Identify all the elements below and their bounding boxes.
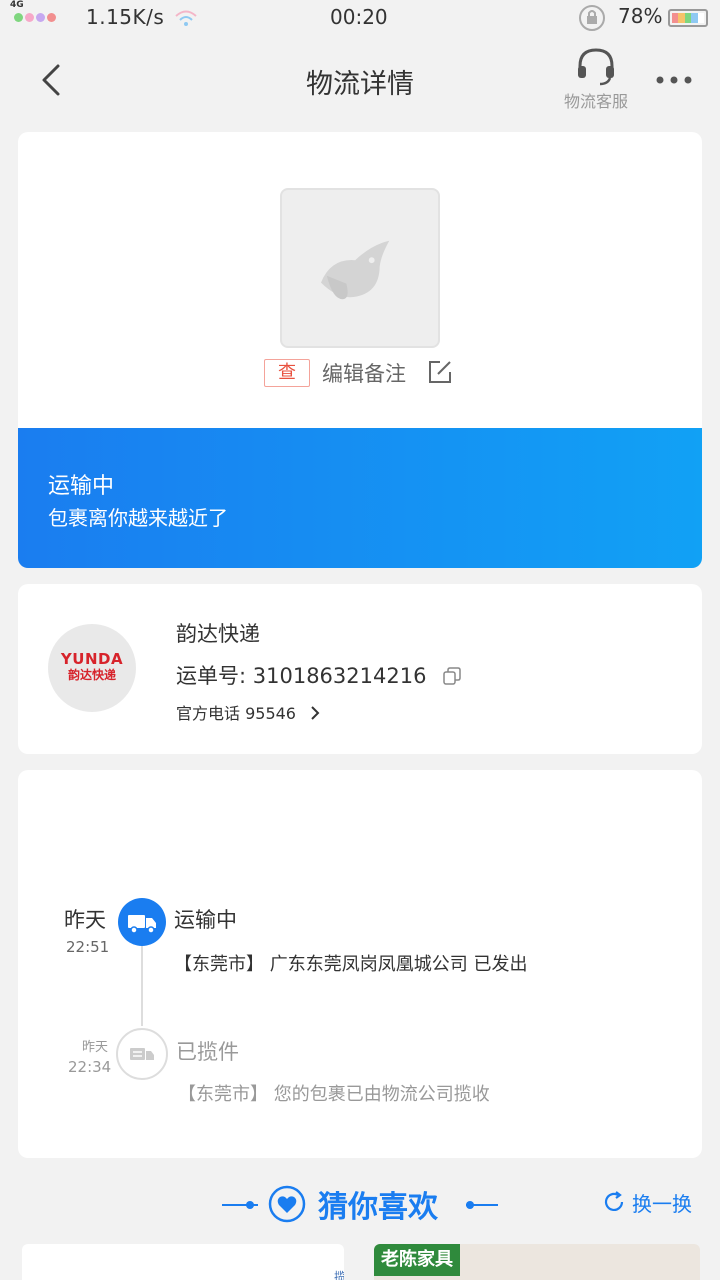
- courier-card: YUNDA 韵达快递 韵达快递 运单号: 3101863214216 官方电话 …: [18, 584, 702, 754]
- divider-dot: [246, 1201, 254, 1209]
- divider-right: [466, 1204, 498, 1206]
- product-brand: 老陈家具: [374, 1244, 460, 1276]
- wifi-icon: [175, 10, 197, 26]
- courier-phone-link[interactable]: 官方电话 95546: [176, 700, 321, 724]
- nav-bar: 物流详情 物流客服: [0, 36, 720, 126]
- remark-row: 查 编辑备注: [18, 356, 702, 388]
- product-label: 揽星社区: [334, 1270, 344, 1280]
- chevron-right-icon: [311, 706, 320, 720]
- edit-icon[interactable]: [426, 358, 454, 386]
- waybill-row: 运单号: 3101863214216: [176, 660, 461, 690]
- refresh-button[interactable]: 换一换: [632, 1188, 692, 1217]
- courier-logo-subtext: 韵达快递: [67, 668, 116, 682]
- heart-icon: [268, 1185, 306, 1223]
- tracking-timeline: 昨天 22:51 运输中 【东莞市】 广东东莞凤岗凤凰城公司 已发出 昨天 22…: [18, 770, 702, 1158]
- status-bar: 4G 1.15K/s 00:20 78%: [0, 0, 720, 36]
- refresh-icon[interactable]: [602, 1190, 626, 1214]
- timeline-description: 【东莞市】 您的包裹已由物流公司揽收: [178, 1084, 490, 1105]
- timeline-status: 已揽件: [176, 1040, 239, 1064]
- signal-icon: [14, 13, 56, 22]
- recommend-header: 猜你喜欢 换一换: [0, 1176, 720, 1232]
- timeline-time: 22:34: [68, 1058, 112, 1076]
- courier-logo: YUNDA 韵达快递: [48, 624, 136, 712]
- courier-name: 韵达快递: [176, 622, 260, 646]
- edit-remark-label[interactable]: 编辑备注: [322, 358, 406, 388]
- product-card[interactable]: 揽星社区: [22, 1244, 344, 1280]
- product-card[interactable]: 老陈家具: [374, 1244, 700, 1280]
- battery-icon: [668, 9, 708, 27]
- clock: 00:20: [330, 5, 388, 29]
- copy-icon[interactable]: [443, 667, 461, 685]
- shipping-status-subtitle: 包裹离你越来越近了: [48, 506, 228, 530]
- timeline-day: 昨天: [82, 1040, 109, 1055]
- shipping-status-banner: 运输中 包裹离你越来越近了: [18, 428, 702, 568]
- truck-icon: [118, 898, 166, 946]
- battery-percent: 78%: [618, 4, 663, 28]
- headset-icon: [578, 48, 614, 86]
- timeline-day: 昨天: [64, 908, 106, 932]
- courier-phone: 官方电话 95546: [176, 704, 296, 723]
- lock-icon: [579, 5, 605, 31]
- package-card: 查 编辑备注 运输中 包裹离你越来越近了: [18, 132, 702, 568]
- more-icon[interactable]: [654, 70, 694, 90]
- timeline-time: 22:51: [66, 938, 110, 956]
- query-badge: 查: [264, 359, 310, 387]
- timeline-description: 【东莞市】 广东东莞凤岗凤凰城公司 已发出: [174, 954, 528, 975]
- customer-service-button[interactable]: 物流客服: [560, 44, 632, 112]
- waybill-number: 运单号: 3101863214216: [176, 664, 427, 688]
- timeline-connector: [141, 946, 143, 1026]
- network-speed: 1.15K/s: [86, 5, 165, 29]
- placeholder-bird-icon: [321, 240, 390, 300]
- package-thumbnail[interactable]: [280, 188, 440, 348]
- shipping-status-title: 运输中: [48, 474, 115, 499]
- pickup-icon: [116, 1028, 168, 1080]
- network-type: 4G: [10, 0, 24, 10]
- recommend-title: 猜你喜欢: [318, 1190, 438, 1225]
- timeline-status: 运输中: [174, 908, 237, 932]
- customer-service-label: 物流客服: [563, 92, 628, 111]
